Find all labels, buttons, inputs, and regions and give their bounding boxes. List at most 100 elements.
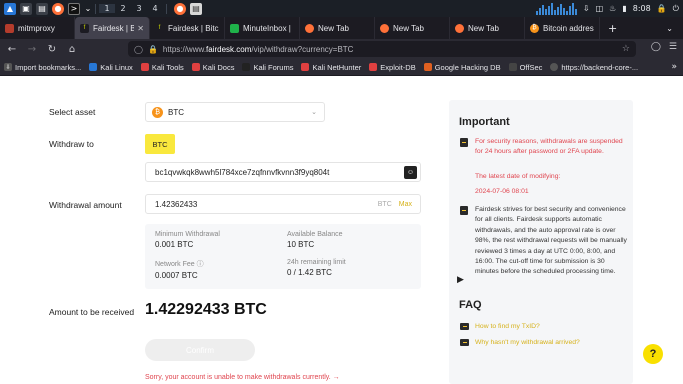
- tab-minuteinbox[interactable]: MinuteInbox |: [225, 17, 300, 39]
- ghdb-icon: [423, 63, 432, 71]
- kali-menu-icon[interactable]: ▲: [4, 2, 16, 15]
- lock-icon[interactable]: 🔒: [657, 4, 667, 13]
- close-icon[interactable]: ✕: [137, 24, 144, 33]
- address-input[interactable]: bc1qvwkqk8wwh5l784xce7zqfnnvfkvnn3f9yq80…: [145, 162, 421, 182]
- bookmark-label: Exploit-DB: [380, 62, 416, 72]
- amount-input[interactable]: 1.42362433 BTC Max: [145, 194, 421, 214]
- remaining-limit: 24h remaining limit 0 / 1.42 BTC: [287, 259, 346, 277]
- bookmark-kali-tools[interactable]: Kali Tools: [140, 63, 184, 72]
- tab-mitmproxy[interactable]: mitmproxy: [0, 17, 75, 39]
- more-bookmarks-icon[interactable]: »: [671, 62, 683, 72]
- terminal-icon[interactable]: >: [68, 2, 80, 15]
- faq-label: Why hasn't my withdrawal arrived?: [475, 339, 580, 346]
- tab-bar: mitmproxy f Fairdesk | Bitc ✕ f Fairdesk…: [0, 17, 683, 39]
- tab-new-tab[interactable]: New Tab: [450, 17, 525, 39]
- tab-title: mitmproxy: [18, 23, 55, 33]
- bookmark-kali-forums[interactable]: Kali Forums: [242, 63, 293, 72]
- battery-icon[interactable]: ▮: [622, 4, 626, 13]
- withdraw-info-box: Minimum Withdrawal 0.001 BTC Available B…: [145, 224, 421, 289]
- desktop-icon[interactable]: ▣: [20, 2, 32, 15]
- tracking-shield-icon[interactable]: ◯: [134, 45, 143, 54]
- tab-bitcoin-address[interactable]: ₿ Bitcoin addres: [525, 17, 600, 39]
- faq-link-txid[interactable]: How to find my TxID?: [460, 323, 540, 330]
- min-withdrawal-label: Minimum Withdrawal: [155, 231, 220, 238]
- toolbar-right: ◯ ☰: [651, 42, 677, 52]
- security-notice: For security reasons, withdrawals are su…: [475, 138, 623, 156]
- workspace-2[interactable]: 2: [115, 4, 131, 13]
- globe-icon: [550, 63, 559, 71]
- min-withdrawal-value: 0.001 BTC: [155, 240, 194, 249]
- help-button[interactable]: ?: [643, 344, 663, 364]
- tab-fairdesk[interactable]: f Fairdesk | Bitc: [150, 17, 225, 39]
- reload-icon[interactable]: ↻: [42, 44, 62, 55]
- forward-icon[interactable]: →: [22, 44, 42, 55]
- remaining-limit-value: 0 / 1.42 BTC: [287, 268, 332, 277]
- asset-select[interactable]: ₿ BTC ⌄: [145, 102, 325, 122]
- menu-icon[interactable]: ☰: [669, 42, 677, 52]
- bitcoin-icon: ₿: [530, 23, 539, 33]
- important-panel: Important For security reasons, withdraw…: [449, 100, 633, 384]
- notice-icon: [460, 206, 468, 215]
- back-icon[interactable]: ←: [2, 44, 22, 55]
- workspace-1[interactable]: 1: [99, 4, 115, 13]
- network-chip[interactable]: BTC: [145, 134, 175, 154]
- tab-new-tab[interactable]: New Tab: [300, 17, 375, 39]
- bookmark-import[interactable]: ⇩ Import bookmarks...: [4, 63, 81, 72]
- firefox-icon: [455, 23, 464, 33]
- chevron-down-icon[interactable]: ⌄: [84, 3, 92, 15]
- confirm-button[interactable]: Confirm: [145, 339, 255, 361]
- panel-divider: [166, 3, 167, 14]
- url-text[interactable]: https://www.fairdesk.com/vip/withdraw?cu…: [163, 45, 354, 54]
- bookmark-backend-core[interactable]: https://backend-core-...: [550, 63, 638, 72]
- fairdesk-icon: f: [80, 23, 89, 33]
- workspace-4[interactable]: 4: [147, 4, 163, 13]
- tab-fairdesk-active[interactable]: f Fairdesk | Bitc ✕: [75, 17, 150, 39]
- chevron-down-icon: ⌄: [311, 109, 317, 116]
- offsec-icon: [508, 63, 517, 71]
- home-icon[interactable]: ⌂: [62, 44, 82, 55]
- url-domain: fairdesk.com: [206, 44, 252, 54]
- new-tab-button[interactable]: +: [600, 17, 625, 39]
- important-title: Important: [459, 116, 510, 128]
- bookmark-kali-nethunter[interactable]: Kali NetHunter: [301, 63, 361, 72]
- document-window-icon[interactable]: ▤: [190, 2, 202, 15]
- firefox-icon[interactable]: ●: [52, 2, 64, 15]
- download-icon[interactable]: ⇩: [583, 4, 590, 13]
- tab-new-tab[interactable]: New Tab: [375, 17, 450, 39]
- url-path: /vip/withdraw?currency=BTC: [251, 44, 354, 54]
- pocket-icon[interactable]: ◯: [651, 42, 661, 52]
- withdraw-page: Select asset ₿ BTC ⌄ Withdraw to BTC bc1…: [0, 76, 683, 384]
- import-icon: ⇩: [4, 63, 12, 71]
- notice-icon: [460, 138, 468, 147]
- withdraw-error-link[interactable]: Sorry, your account is unable to make wi…: [145, 374, 340, 381]
- amount-currency: BTC: [377, 200, 392, 208]
- cpu-graph-icon: [535, 2, 577, 15]
- list-all-tabs-icon[interactable]: ⌄: [666, 17, 683, 39]
- bookmark-kali-linux[interactable]: Kali Linux: [89, 63, 133, 72]
- network-fee: Network Fee ⓘ 0.0007 BTC: [155, 259, 204, 280]
- lock-icon[interactable]: 🔒: [148, 45, 158, 54]
- clock[interactable]: 8:08: [633, 4, 651, 13]
- bookmark-offsec[interactable]: OffSec: [508, 63, 542, 72]
- address-book-icon[interactable]: ☺: [404, 165, 417, 179]
- bookmark-ghdb[interactable]: Google Hacking DB: [423, 62, 501, 72]
- faq-link-not-arrived[interactable]: Why hasn't my withdrawal arrived?: [460, 339, 580, 346]
- power-icon[interactable]: ⏻: [673, 4, 679, 14]
- workspace-3[interactable]: 3: [131, 4, 147, 13]
- kali-icon: [242, 63, 251, 71]
- bookmark-kali-docs[interactable]: Kali Docs: [191, 63, 234, 72]
- files-icon[interactable]: ▤: [36, 2, 48, 15]
- mitmproxy-icon: [5, 23, 14, 33]
- bookmark-exploit-db[interactable]: Exploit-DB: [369, 62, 416, 72]
- bookmark-star-icon[interactable]: ☆: [622, 44, 636, 54]
- max-button[interactable]: Max: [399, 201, 412, 208]
- firefox-window-icon[interactable]: ●: [174, 2, 186, 15]
- network-icon[interactable]: ◫: [596, 4, 604, 13]
- bookmark-label: Google Hacking DB: [434, 62, 501, 72]
- bell-icon[interactable]: ♨: [609, 4, 616, 13]
- received-label: Amount to be received: [49, 307, 135, 317]
- mouse-cursor-icon: ▶: [457, 274, 464, 284]
- url-bar[interactable]: ◯ 🔒 https://www.fairdesk.com/vip/withdra…: [128, 41, 636, 57]
- firefox-icon: [380, 23, 389, 33]
- kali-icon: [89, 63, 98, 71]
